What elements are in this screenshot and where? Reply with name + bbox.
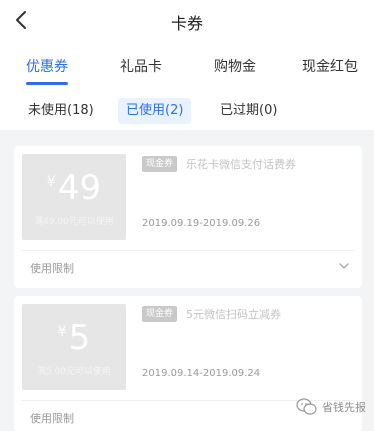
usage-limit-toggle[interactable]: 使用限制	[30, 410, 74, 426]
tab-cash-red-packet[interactable]: 现金红包	[302, 56, 358, 76]
tab-coupons[interactable]: 优惠券	[26, 56, 68, 76]
filter-unused[interactable]: 未使用(18)	[20, 98, 102, 124]
coupon-name: 5元微信扫码立减券	[186, 308, 281, 321]
wechat-logo-icon	[296, 398, 317, 415]
coupon-tag: 现金券	[142, 306, 178, 322]
coupon-date: 2019.09.14-2019.09.24	[142, 368, 261, 379]
currency-symbol: ¥	[57, 324, 67, 340]
tab-active-indicator	[26, 82, 68, 85]
coupon-tag: 现金券	[142, 156, 178, 172]
currency-symbol: ¥	[46, 174, 56, 190]
watermark-text: 省钱先报	[322, 401, 366, 414]
header: 卡券	[0, 0, 374, 42]
coupon-amount-box: ¥5 满5.00元可以使用	[22, 304, 126, 390]
page-title: 卡券	[170, 14, 203, 33]
coupon-amount: ¥5	[22, 318, 126, 358]
coupon-condition: 满49.00元可以使用	[34, 217, 114, 227]
watermark: 省钱先报	[296, 397, 366, 417]
amount-value: 5	[68, 318, 91, 358]
filter-expired[interactable]: 已过期(0)	[212, 98, 285, 124]
tab-bar: 优惠券 礼品卡 购物金 现金红包	[0, 42, 374, 92]
divider	[22, 250, 354, 251]
coupon-condition: 满5.00元可以使用	[36, 367, 112, 377]
amount-value: 49	[57, 168, 102, 208]
coupon-name: 乐花卡微信支付话费券	[186, 158, 296, 171]
coupon-card[interactable]: ¥49 满49.00元可以使用 现金券 乐花卡微信支付话费券 2019.09.1…	[14, 146, 362, 288]
usage-limit-toggle[interactable]: 使用限制	[30, 260, 74, 276]
filter-bar: 未使用(18) 已使用(2) 已过期(0)	[0, 92, 374, 130]
tab-gift-cards[interactable]: 礼品卡	[120, 56, 162, 76]
tab-shopping-credit[interactable]: 购物金	[214, 56, 256, 76]
coupon-date: 2019.09.19-2019.09.26	[142, 218, 261, 229]
coupon-amount: ¥49	[22, 168, 126, 208]
filter-used[interactable]: 已使用(2)	[118, 98, 192, 124]
chevron-down-icon[interactable]	[338, 260, 350, 272]
coupon-amount-box: ¥49 满49.00元可以使用	[22, 154, 126, 240]
